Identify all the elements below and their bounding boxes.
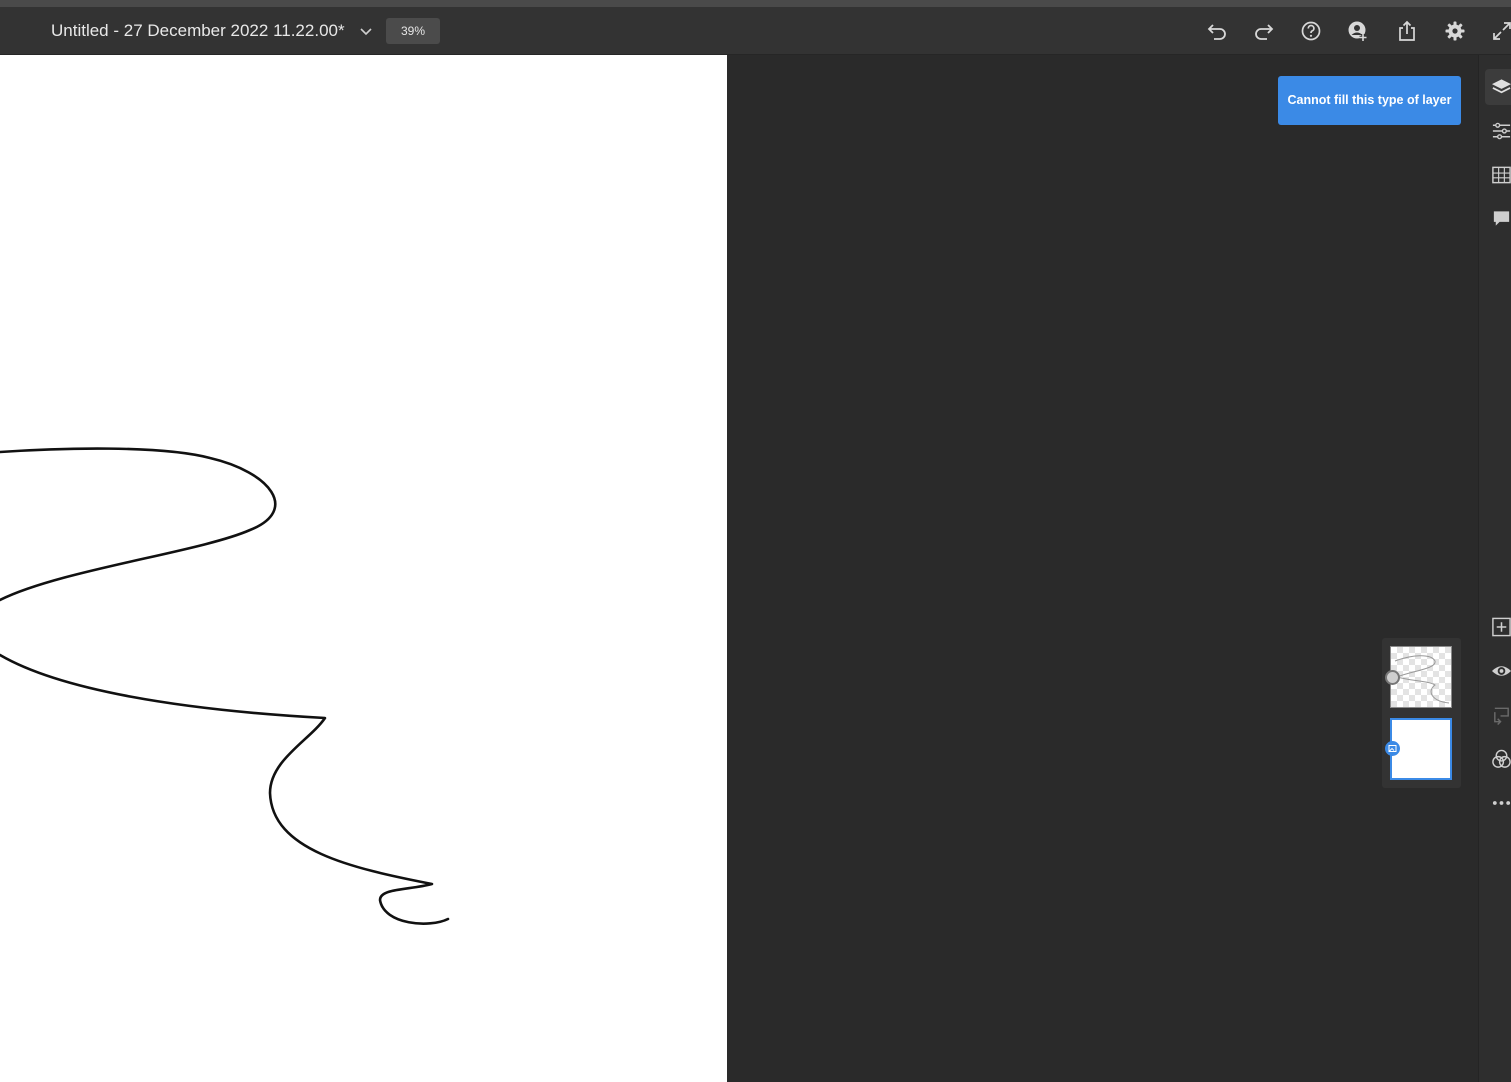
- redo-icon[interactable]: [1252, 19, 1276, 43]
- invite-user-icon[interactable]: [1346, 19, 1370, 43]
- workspace-area: [727, 55, 1478, 1082]
- zoom-level[interactable]: 39%: [386, 18, 440, 44]
- layer-selection-dot[interactable]: [1385, 670, 1400, 685]
- help-icon[interactable]: [1299, 19, 1323, 43]
- merge-icon[interactable]: [1485, 697, 1511, 733]
- right-panel-rail: [1478, 55, 1511, 1082]
- gear-icon[interactable]: [1443, 19, 1467, 43]
- background-layer-icon: [1385, 741, 1400, 756]
- blend-icon[interactable]: [1485, 741, 1511, 777]
- expand-icon[interactable]: [1490, 19, 1511, 43]
- undo-icon[interactable]: [1205, 19, 1229, 43]
- fill-error-toast: Cannot fill this type of layer: [1278, 76, 1461, 125]
- share-icon[interactable]: [1395, 19, 1419, 43]
- chevron-down-icon[interactable]: [356, 21, 376, 41]
- more-icon[interactable]: [1485, 785, 1511, 821]
- layers-panel: [1382, 638, 1461, 788]
- drawing-canvas[interactable]: [0, 55, 727, 1082]
- freehand-stroke: [0, 447, 450, 925]
- document-title[interactable]: Untitled - 27 December 2022 11.22.00*: [51, 7, 345, 55]
- visibility-icon[interactable]: [1485, 653, 1511, 689]
- window-top-strip: [0, 0, 1511, 7]
- comment-icon[interactable]: [1485, 201, 1511, 237]
- grid-icon[interactable]: [1485, 157, 1511, 193]
- adjustments-icon[interactable]: [1485, 113, 1511, 149]
- top-toolbar: Untitled - 27 December 2022 11.22.00* 39…: [0, 7, 1511, 55]
- layers-icon[interactable]: [1485, 69, 1511, 105]
- add-layer-icon[interactable]: [1485, 609, 1511, 645]
